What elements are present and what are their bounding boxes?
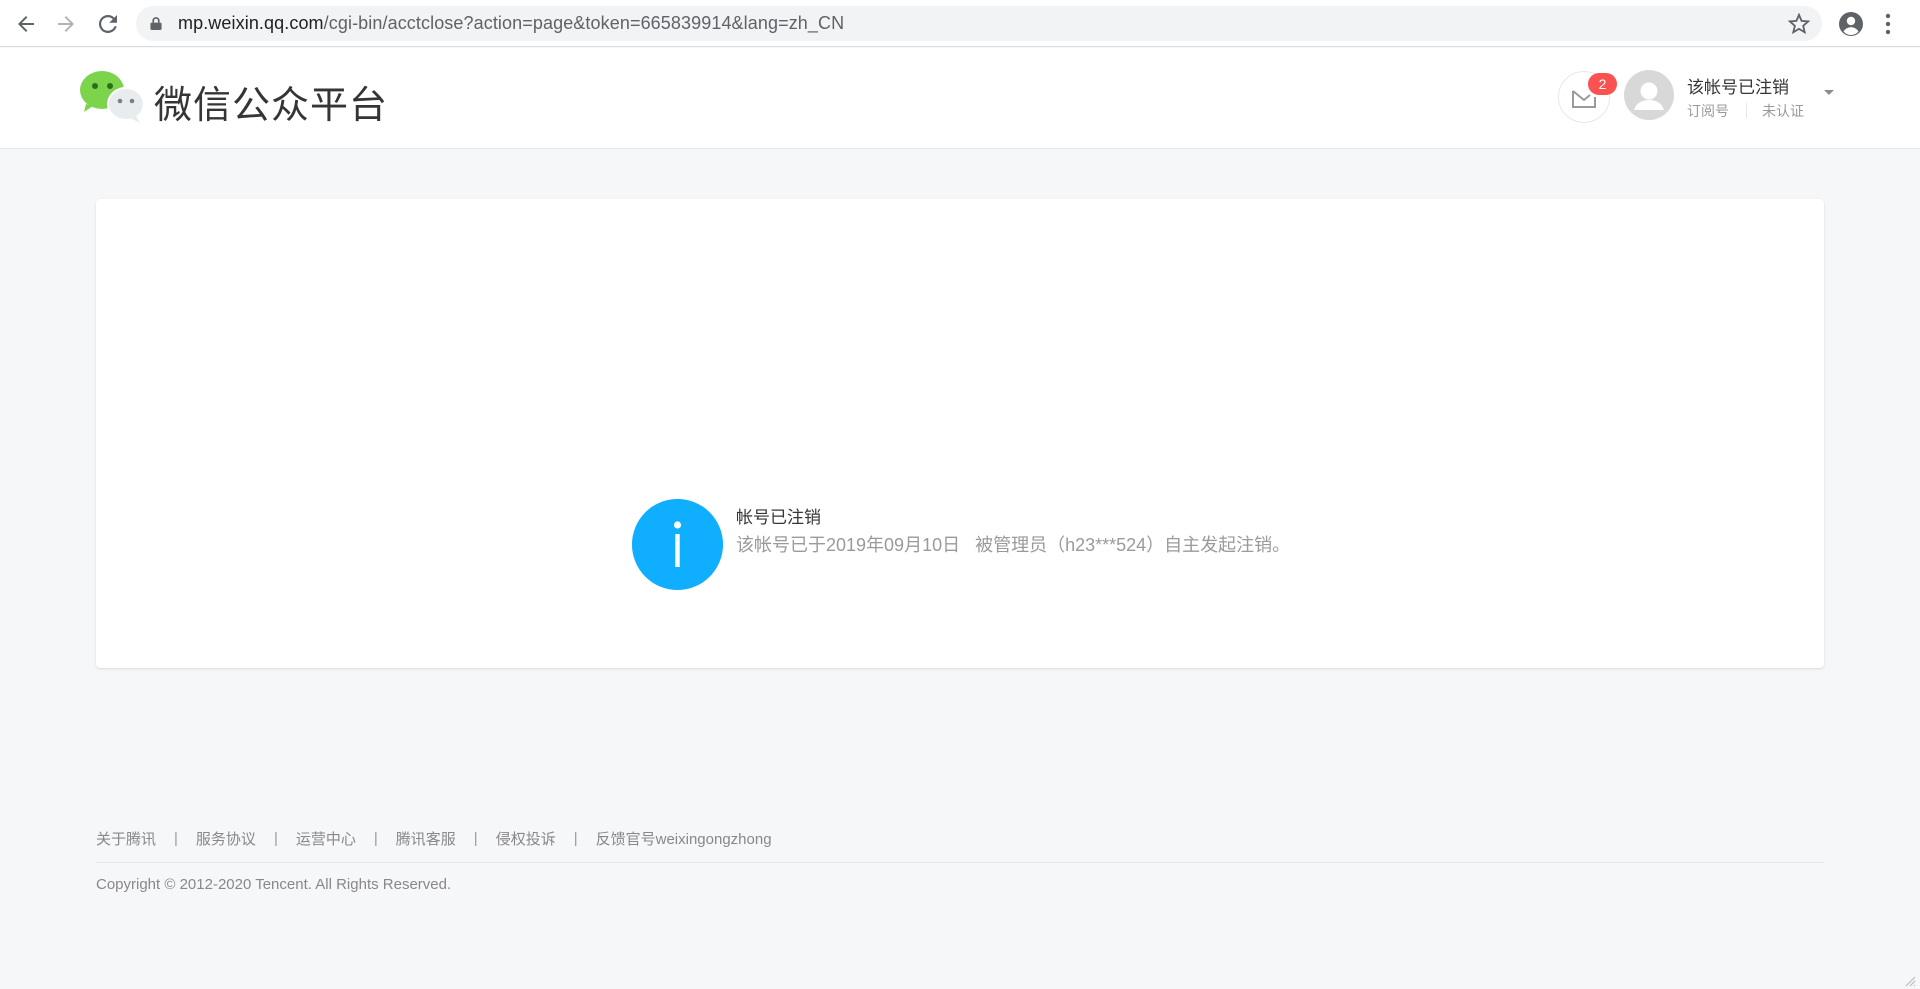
- copyright-text: Copyright © 2012-2020 Tencent. All Right…: [96, 876, 452, 893]
- default-avatar-icon: [1634, 82, 1664, 110]
- account-separator: [1746, 103, 1747, 118]
- url-text[interactable]: mp.weixin.qq.com/cgi-bin/acctclose?actio…: [178, 13, 844, 34]
- footer-link-about[interactable]: 关于腾讯: [96, 828, 156, 849]
- chevron-down-icon[interactable]: [1824, 90, 1834, 95]
- footer-link-feedback[interactable]: 反馈官号weixingongzhong: [596, 828, 772, 849]
- resize-grip-icon[interactable]: [1904, 975, 1916, 987]
- lock-icon[interactable]: [150, 17, 162, 30]
- profile-icon[interactable]: [1838, 11, 1864, 37]
- url-host: mp.weixin.qq.com: [178, 13, 324, 33]
- wechat-logo-icon[interactable]: [78, 68, 146, 124]
- menu-icon[interactable]: [1884, 12, 1892, 36]
- account-cert-label: 未认证: [1762, 103, 1804, 119]
- avatar[interactable]: [1624, 70, 1674, 120]
- back-icon[interactable]: [12, 10, 40, 38]
- browser-toolbar: mp.weixin.qq.com/cgi-bin/acctclose?actio…: [0, 0, 1920, 47]
- message-count-badge[interactable]: 2: [1588, 73, 1617, 95]
- footer-separator: |: [473, 830, 478, 847]
- reload-icon[interactable]: [94, 10, 122, 38]
- footer-link-support[interactable]: 腾讯客服: [396, 828, 456, 849]
- footer-link-agreement[interactable]: 服务协议: [196, 828, 256, 849]
- footer-separator: |: [573, 830, 578, 847]
- account-name[interactable]: 该帐号已注销: [1687, 73, 1789, 98]
- footer-separator: |: [273, 830, 278, 847]
- footer-links: 关于腾讯 | 服务协议 | 运营中心 | 腾讯客服 | 侵权投诉 | 反馈官号w…: [96, 828, 772, 849]
- footer-link-ops-center[interactable]: 运营中心: [296, 828, 356, 849]
- footer-separator: |: [174, 830, 178, 847]
- footer-divider: [96, 862, 1824, 863]
- footer-separator: |: [373, 830, 378, 847]
- platform-title[interactable]: 微信公众平台: [154, 74, 388, 129]
- notice-desc-admin: 被管理员（h23***524）自主发起注销。: [975, 535, 1291, 555]
- main-card: [96, 199, 1824, 668]
- notice-title: 帐号已注销: [736, 508, 821, 527]
- url-path: /cgi-bin/acctclose?action=page&token=665…: [323, 13, 845, 33]
- notice-description: 该帐号已于2019年09月10日 被管理员（h23***524）自主发起注销。: [736, 531, 1305, 557]
- info-icon: [632, 499, 723, 590]
- account-type-label: 订阅号: [1687, 103, 1729, 119]
- forward-icon[interactable]: [52, 10, 80, 38]
- footer-link-infringement[interactable]: 侵权投诉: [496, 828, 556, 849]
- site-header: 微信公众平台 2 该帐号已注销 订阅号 未认证: [0, 48, 1920, 149]
- notice-desc-date: 该帐号已于2019年09月10日: [736, 535, 961, 555]
- address-bar[interactable]: mp.weixin.qq.com/cgi-bin/acctclose?actio…: [136, 6, 1822, 41]
- star-icon[interactable]: [1788, 13, 1810, 35]
